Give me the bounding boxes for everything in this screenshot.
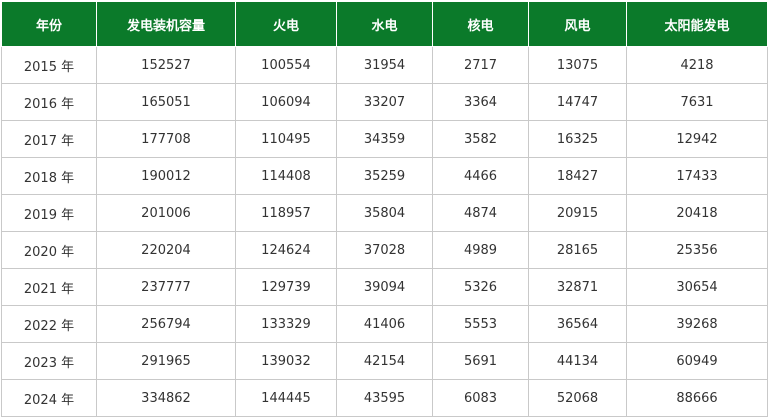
- cell-year: 2022 年: [1, 305, 97, 343]
- table-body: 2015 年 152527 100554 31954 2717 13075 4218 2016…: [1, 46, 768, 417]
- cell-nuclear: 4989: [432, 231, 529, 269]
- header-thermal: 火电: [235, 1, 337, 47]
- cell-hydro: 42154: [336, 342, 433, 380]
- cell-year: 2021 年: [1, 268, 97, 306]
- cell-nuclear: 3364: [432, 83, 529, 121]
- cell-thermal: 144445: [235, 379, 337, 417]
- header-total-capacity: 发电装机容量: [96, 1, 236, 47]
- cell-year: 2024 年: [1, 379, 97, 417]
- cell-thermal: 139032: [235, 342, 337, 380]
- cell-hydro: 35804: [336, 194, 433, 232]
- cell-solar: 12942: [626, 120, 768, 158]
- cell-nuclear: 4874: [432, 194, 529, 232]
- cell-hydro: 33207: [336, 83, 433, 121]
- cell-thermal: 118957: [235, 194, 337, 232]
- cell-year: 2016 年: [1, 83, 97, 121]
- header-nuclear: 核电: [432, 1, 529, 47]
- capacity-table: 年份 发电装机容量 火电 水电 核电 风电 太阳能发电 2015 年 152527…: [1, 1, 768, 417]
- cell-solar: 39268: [626, 305, 768, 343]
- cell-total-capacity: 152527: [96, 46, 236, 84]
- cell-wind: 52068: [528, 379, 627, 417]
- cell-hydro: 31954: [336, 46, 433, 84]
- cell-total-capacity: 177708: [96, 120, 236, 158]
- cell-solar: 17433: [626, 157, 768, 195]
- cell-solar: 7631: [626, 83, 768, 121]
- cell-wind: 28165: [528, 231, 627, 269]
- cell-nuclear: 6083: [432, 379, 529, 417]
- cell-hydro: 41406: [336, 305, 433, 343]
- table-row: 2024 年 334862 144445 43595 6083 52068 88666: [1, 379, 768, 417]
- table-row: 2023 年 291965 139032 42154 5691 44134 60949: [1, 342, 768, 380]
- cell-wind: 18427: [528, 157, 627, 195]
- cell-thermal: 124624: [235, 231, 337, 269]
- cell-total-capacity: 237777: [96, 268, 236, 306]
- cell-wind: 44134: [528, 342, 627, 380]
- cell-hydro: 37028: [336, 231, 433, 269]
- table-row: 2019 年 201006 118957 35804 4874 20915 20418: [1, 194, 768, 232]
- header-row: 年份 发电装机容量 火电 水电 核电 风电 太阳能发电: [1, 1, 768, 47]
- cell-total-capacity: 291965: [96, 342, 236, 380]
- cell-year: 2020 年: [1, 231, 97, 269]
- cell-total-capacity: 165051: [96, 83, 236, 121]
- cell-hydro: 34359: [336, 120, 433, 158]
- cell-nuclear: 3582: [432, 120, 529, 158]
- cell-wind: 36564: [528, 305, 627, 343]
- cell-total-capacity: 220204: [96, 231, 236, 269]
- cell-thermal: 129739: [235, 268, 337, 306]
- cell-year: 2015 年: [1, 46, 97, 84]
- table-row: 2015 年 152527 100554 31954 2717 13075 4218: [1, 46, 768, 84]
- cell-nuclear: 2717: [432, 46, 529, 84]
- cell-solar: 4218: [626, 46, 768, 84]
- table-row: 2016 年 165051 106094 33207 3364 14747 7631: [1, 83, 768, 121]
- cell-total-capacity: 256794: [96, 305, 236, 343]
- table-header: 年份 发电装机容量 火电 水电 核电 风电 太阳能发电: [1, 1, 768, 47]
- cell-thermal: 133329: [235, 305, 337, 343]
- cell-nuclear: 5553: [432, 305, 529, 343]
- table-row: 2020 年 220204 124624 37028 4989 28165 25356: [1, 231, 768, 269]
- cell-solar: 20418: [626, 194, 768, 232]
- cell-hydro: 43595: [336, 379, 433, 417]
- cell-hydro: 39094: [336, 268, 433, 306]
- header-wind: 风电: [528, 1, 627, 47]
- cell-year: 2017 年: [1, 120, 97, 158]
- table-row: 2021 年 237777 129739 39094 5326 32871 30654: [1, 268, 768, 306]
- cell-nuclear: 4466: [432, 157, 529, 195]
- cell-thermal: 114408: [235, 157, 337, 195]
- cell-total-capacity: 190012: [96, 157, 236, 195]
- header-hydro: 水电: [336, 1, 433, 47]
- cell-wind: 13075: [528, 46, 627, 84]
- cell-nuclear: 5691: [432, 342, 529, 380]
- cell-total-capacity: 201006: [96, 194, 236, 232]
- cell-year: 2019 年: [1, 194, 97, 232]
- cell-solar: 60949: [626, 342, 768, 380]
- table-row: 2022 年 256794 133329 41406 5553 36564 39268: [1, 305, 768, 343]
- cell-thermal: 110495: [235, 120, 337, 158]
- cell-hydro: 35259: [336, 157, 433, 195]
- cell-solar: 25356: [626, 231, 768, 269]
- cell-wind: 16325: [528, 120, 627, 158]
- data-table-container: 年份 发电装机容量 火电 水电 核电 风电 太阳能发电 2015 年 152527…: [1, 1, 768, 417]
- cell-thermal: 106094: [235, 83, 337, 121]
- cell-year: 2018 年: [1, 157, 97, 195]
- header-year: 年份: [1, 1, 97, 47]
- cell-wind: 14747: [528, 83, 627, 121]
- cell-thermal: 100554: [235, 46, 337, 84]
- header-solar: 太阳能发电: [626, 1, 768, 47]
- cell-nuclear: 5326: [432, 268, 529, 306]
- table-row: 2018 年 190012 114408 35259 4466 18427 17433: [1, 157, 768, 195]
- cell-solar: 30654: [626, 268, 768, 306]
- cell-wind: 20915: [528, 194, 627, 232]
- cell-year: 2023 年: [1, 342, 97, 380]
- cell-wind: 32871: [528, 268, 627, 306]
- cell-solar: 88666: [626, 379, 768, 417]
- table-row: 2017 年 177708 110495 34359 3582 16325 12942: [1, 120, 768, 158]
- cell-total-capacity: 334862: [96, 379, 236, 417]
